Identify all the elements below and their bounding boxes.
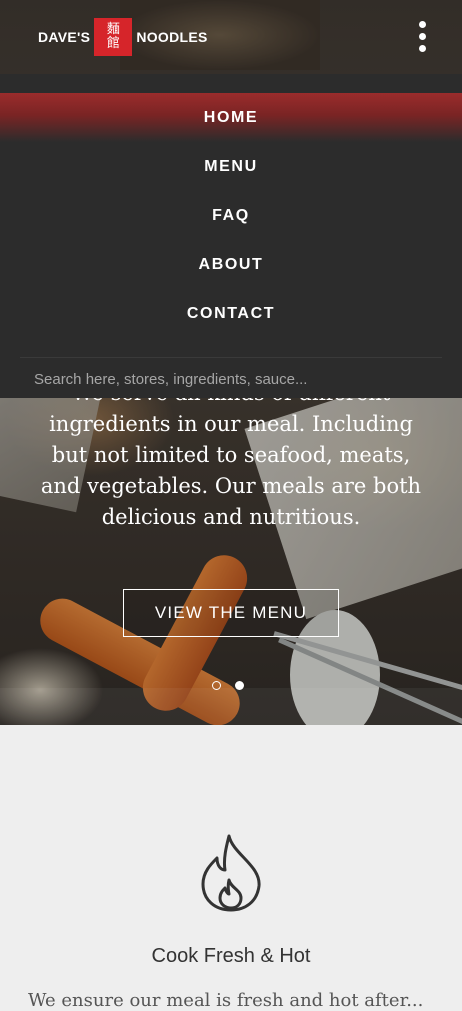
dot-icon	[418, 32, 426, 40]
logo-seal-icon: 麵館	[94, 18, 133, 56]
feature-section: Cook Fresh & Hot We ensure our meal is f…	[0, 725, 462, 1011]
dot-icon	[418, 44, 426, 52]
hero-text: We serve all kinds of different ingredie…	[40, 381, 422, 529]
nav-item-about[interactable]: ABOUT	[0, 240, 462, 289]
nav-item-faq[interactable]: FAQ	[0, 191, 462, 240]
carousel-dot-2[interactable]	[235, 681, 244, 690]
feature-title: Cook Fresh & Hot	[151, 945, 311, 967]
nav-list: HOME MENU FAQ ABOUT CONTACT	[0, 93, 462, 338]
carousel-dot-1[interactable]	[212, 681, 221, 690]
header: DAVE'S 麵館 NOODLES	[0, 0, 462, 74]
logo-word-left: DAVE'S	[38, 29, 91, 45]
view-menu-button[interactable]: VIEW THE MENU	[123, 589, 339, 637]
search-input[interactable]	[20, 362, 442, 396]
menu-toggle-button[interactable]	[410, 14, 434, 58]
logo-word-right: NOODLES	[136, 29, 208, 45]
feature-text: We ensure our meal is fresh and hot afte…	[28, 990, 424, 1011]
carousel-dots	[212, 681, 244, 690]
logo[interactable]: DAVE'S 麵館 NOODLES	[38, 18, 208, 56]
nav-item-menu[interactable]: MENU	[0, 142, 462, 191]
dot-icon	[418, 20, 426, 28]
nav-item-contact[interactable]: CONTACT	[0, 289, 462, 338]
flame-icon	[201, 834, 261, 912]
hero-bottom-band	[0, 688, 462, 725]
nav-item-home[interactable]: HOME	[0, 93, 462, 142]
nav-divider	[20, 357, 442, 358]
nav-menu: HOME MENU FAQ ABOUT CONTACT	[0, 74, 462, 398]
